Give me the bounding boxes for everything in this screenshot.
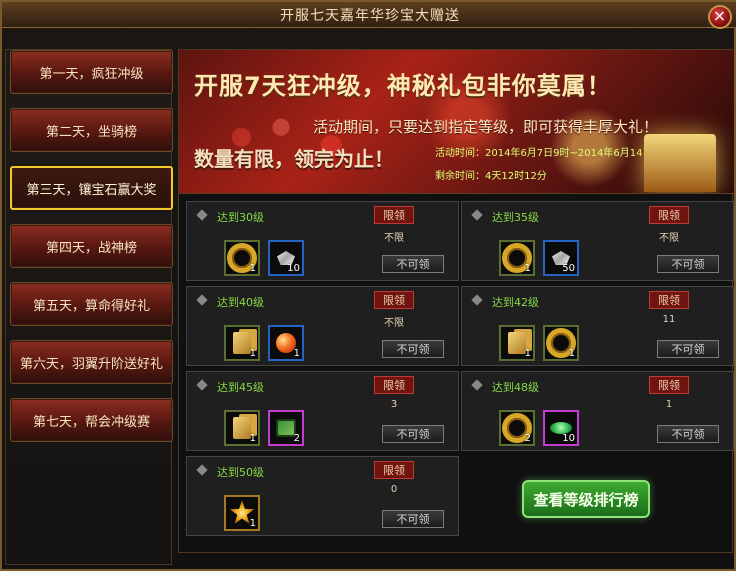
diamond-bullet-icon (471, 294, 483, 306)
limit-label: 限领 (649, 376, 689, 394)
claim-button[interactable]: 不可领 (382, 340, 444, 358)
reward-title: 达到35级 (492, 211, 539, 224)
diamond-bullet-icon (196, 379, 208, 391)
sidebar-item-label: 第一天，疯狂冲级 (39, 66, 144, 82)
sidebar-item-label: 第七天，帮会冲级赛 (32, 414, 150, 430)
ring-icon[interactable]: 1 (543, 325, 579, 361)
sidebar-item-label: 第四天，战神榜 (45, 240, 137, 256)
sidebar-item-day-5[interactable]: 第五天，算命得好礼 (10, 282, 173, 326)
item-count: 10 (287, 263, 300, 274)
banner-subline: 活动期间，只要达到指定等级，即可获得丰厚大礼！ (313, 118, 659, 136)
reward-card-42: 达到42级 1 1 限领 11 不可领 (461, 286, 734, 366)
diamond-bullet-icon (471, 209, 483, 221)
item-count: 10 (562, 433, 575, 444)
remaining-time: 剩余时间：4天12时12分 (435, 171, 547, 182)
item-count: 1 (293, 348, 300, 359)
diamond-bullet-icon (471, 379, 483, 391)
reward-card-35: 达到35级 1 50 限领 不限 不可领 (461, 201, 734, 281)
limit-value: 不限 (384, 233, 404, 244)
sidebar-item-day-1[interactable]: 第一天，疯狂冲级 (10, 50, 173, 94)
sidebar-item-day-2[interactable]: 第二天，坐骑榜 (10, 108, 173, 152)
item-count: 1 (249, 518, 256, 529)
limit-label: 限领 (649, 206, 689, 224)
sidebar-item-label: 第五天，算命得好礼 (32, 298, 150, 314)
cards-icon[interactable]: 1 (499, 325, 535, 361)
limit-label: 限领 (374, 291, 414, 309)
banner-headline: 开服7天狂冲级，神秘礼包非你莫属！ (194, 72, 612, 100)
sidebar-item-day-3[interactable]: 第三天，镶宝石赢大奖 (10, 166, 173, 210)
claim-button[interactable]: 不可领 (657, 340, 719, 358)
star-icon[interactable]: 1 (224, 495, 260, 531)
sidebar-item-label: 第二天，坐骑榜 (45, 124, 137, 140)
cards-icon[interactable]: 1 (224, 325, 260, 361)
reward-title: 达到40级 (217, 296, 264, 309)
diamond-bullet-icon (196, 209, 208, 221)
close-icon[interactable]: × (708, 5, 732, 29)
gem-icon[interactable]: 50 (543, 240, 579, 276)
event-banner: 开服7天狂冲级，神秘礼包非你莫属！ 活动期间，只要达到指定等级，即可获得丰厚大礼… (179, 50, 734, 194)
limit-value: 3 (390, 399, 398, 410)
reward-card-45: 达到45级 1 2 限领 3 不可领 (186, 371, 459, 451)
diamond-bullet-icon (196, 294, 208, 306)
limit-value: 11 (662, 314, 676, 325)
limit-label: 限领 (374, 376, 414, 394)
item-count: 1 (524, 263, 531, 274)
item-count: 1 (568, 348, 575, 359)
diamond-bullet-icon (196, 464, 208, 476)
reward-card-30: 达到30级 1 10 限领 不限 不可领 (186, 201, 459, 281)
item-count: 1 (249, 348, 256, 359)
reward-title: 达到42级 (492, 296, 539, 309)
reward-card-48: 达到48级 2 10 限领 1 不可领 (461, 371, 734, 451)
item-count: 2 (524, 433, 531, 444)
reward-title: 达到48级 (492, 381, 539, 394)
reward-title: 达到30级 (217, 211, 264, 224)
item-count: 1 (249, 433, 256, 444)
view-level-ranking-button[interactable]: 查看等级排行榜 (522, 480, 650, 518)
claim-button[interactable]: 不可领 (382, 255, 444, 273)
claim-button[interactable]: 不可领 (382, 510, 444, 528)
window-titlebar: 开服七天嘉年华珍宝大赠送 × (2, 2, 736, 29)
green-gem-icon[interactable]: 10 (543, 410, 579, 446)
reward-title: 达到45级 (217, 381, 264, 394)
ring-icon[interactable]: 1 (224, 240, 260, 276)
activity-time: 活动时间：2014年6月7日9时~2014年6月14日0时 (435, 148, 669, 159)
green-pack-icon[interactable]: 2 (268, 410, 304, 446)
limit-value: 不限 (384, 318, 404, 329)
window-title: 开服七天嘉年华珍宝大赠送 (280, 7, 460, 24)
ring-icon[interactable]: 2 (499, 410, 535, 446)
limit-label: 限领 (374, 206, 414, 224)
limit-value: 1 (665, 399, 673, 410)
sidebar-item-day-4[interactable]: 第四天，战神榜 (10, 224, 173, 268)
claim-button[interactable]: 不可领 (657, 425, 719, 443)
event-day-sidebar: 第一天，疯狂冲级 第二天，坐骑榜 第三天，镶宝石赢大奖 第四天，战神榜 第五天，… (5, 49, 173, 565)
item-count: 50 (562, 263, 575, 274)
item-count: 1 (249, 263, 256, 274)
claim-button[interactable]: 不可领 (657, 255, 719, 273)
claim-button[interactable]: 不可领 (382, 425, 444, 443)
red-orb-icon[interactable]: 1 (268, 325, 304, 361)
banner-slogan: 数量有限，领完为止！ (194, 147, 394, 171)
ring-icon[interactable]: 1 (499, 240, 535, 276)
item-count: 1 (524, 348, 531, 359)
event-content-panel: 开服7天狂冲级，神秘礼包非你莫属！ 活动期间，只要达到指定等级，即可获得丰厚大礼… (178, 49, 734, 553)
limit-label: 限领 (649, 291, 689, 309)
gem-icon[interactable]: 10 (268, 240, 304, 276)
reward-card-40: 达到40级 1 1 限领 不限 不可领 (186, 286, 459, 366)
item-count: 2 (293, 433, 300, 444)
cards-icon[interactable]: 1 (224, 410, 260, 446)
sidebar-item-label: 第三天，镶宝石赢大奖 (26, 182, 157, 198)
limit-label: 限领 (374, 461, 414, 479)
sidebar-item-day-7[interactable]: 第七天，帮会冲级赛 (10, 398, 173, 442)
limit-value: 0 (390, 484, 398, 495)
event-window: 开服七天嘉年华珍宝大赠送 × 第一天，疯狂冲级 第二天，坐骑榜 第三天，镶宝石赢… (0, 0, 736, 571)
sidebar-item-day-6[interactable]: 第六天，羽翼升阶送好礼 (10, 340, 173, 384)
limit-value: 不限 (659, 233, 679, 244)
reward-card-50: 达到50级 1 限领 0 不可领 (186, 456, 459, 536)
sidebar-item-label: 第六天，羽翼升阶送好礼 (19, 356, 163, 372)
reward-title: 达到50级 (217, 466, 264, 479)
